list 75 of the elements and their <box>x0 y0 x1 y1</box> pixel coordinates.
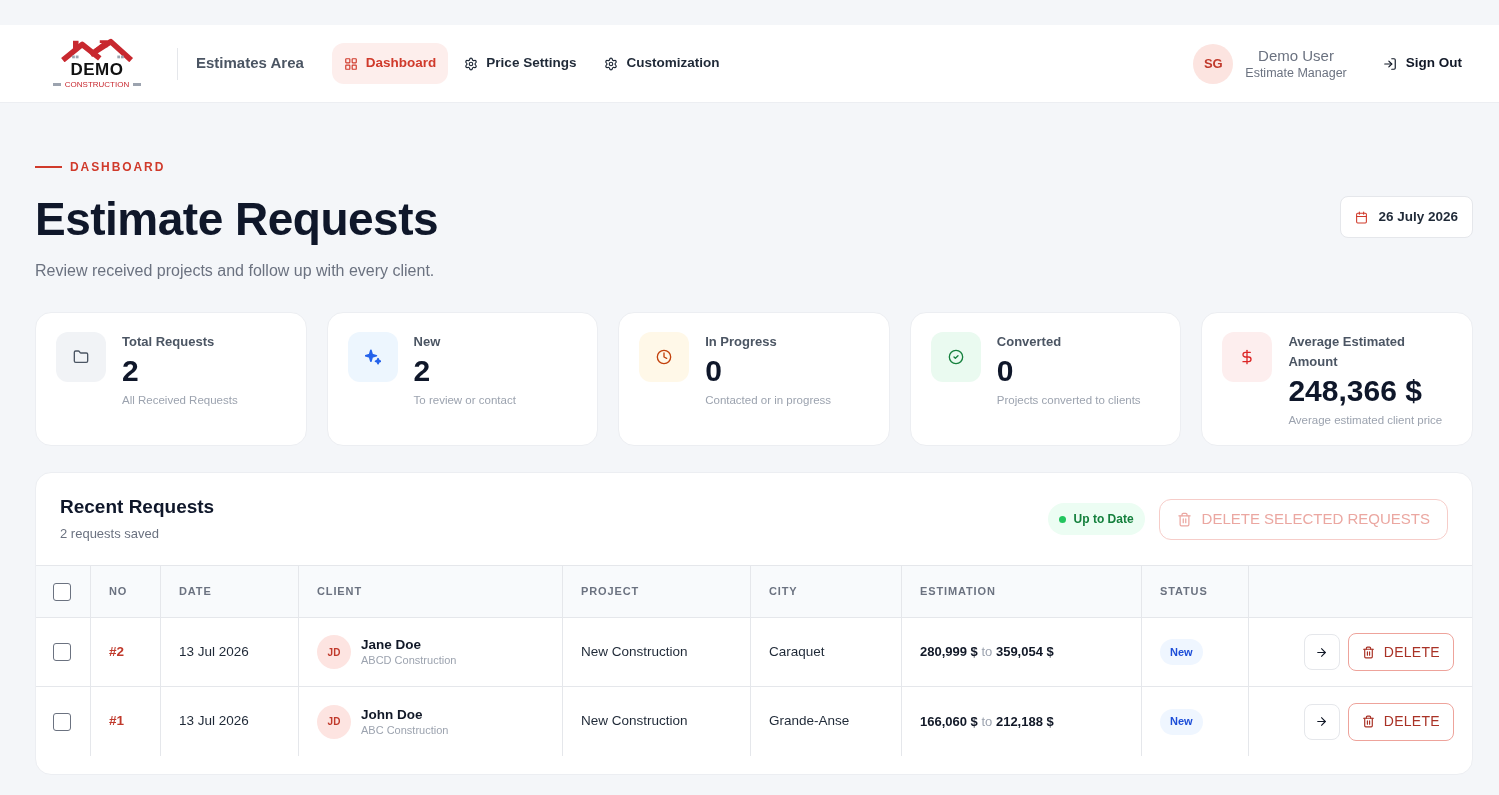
request-number[interactable]: #2 <box>109 641 125 663</box>
section-title: Recent Requests <box>60 495 215 518</box>
stat-label: New <box>413 333 442 351</box>
city-name: Grande-Anse <box>769 712 850 731</box>
sparkle-icon <box>347 332 398 382</box>
column-header: STATUS <box>1160 584 1208 600</box>
column-header: ESTIMATION <box>920 584 996 600</box>
trash-icon <box>1361 645 1375 659</box>
stat-label: Average Estimated Amount <box>1288 333 1406 371</box>
stat-caption: To review or contact <box>413 393 516 408</box>
estimation-range: 166,060 $ to 212,188 $ <box>920 712 1054 731</box>
stat-label: In Progress <box>705 333 778 351</box>
user-role: Estimate Manager <box>1245 64 1347 81</box>
arrow-right-icon <box>1315 645 1329 659</box>
arrow-right-icon <box>1315 715 1329 728</box>
calendar-icon <box>1355 210 1369 224</box>
stat-label: Total Requests <box>122 333 216 351</box>
grid-icon <box>343 56 358 71</box>
sign-out-icon <box>1382 56 1397 71</box>
logo-wordmark: DEMO <box>70 62 124 78</box>
stat-caption: Contacted or in progress <box>705 393 832 408</box>
column-header: DATE <box>179 584 212 600</box>
column-header: PROJECT <box>581 584 640 600</box>
date-button[interactable]: 26 July 2026 <box>1340 196 1473 238</box>
user-avatar: SG <box>1193 43 1234 84</box>
client-name: John Doe <box>361 705 424 723</box>
page-subtitle: Review received projects and follow up with every client. <box>35 261 436 281</box>
checkbox[interactable] <box>53 712 71 731</box>
sign-out-button[interactable]: Sign Out <box>1382 53 1462 74</box>
stat-value: 0 <box>996 354 1015 388</box>
nav-tab[interactable]: Price Settings <box>452 43 589 84</box>
request-count: 2 requests saved <box>60 524 160 543</box>
folder-icon <box>56 332 106 382</box>
area-title: Estimates Area <box>196 53 304 74</box>
request-date: 13 Jul 2026 <box>179 642 249 661</box>
page-eyebrow: DASHBOARD <box>70 161 166 173</box>
user-name: Demo User <box>1258 46 1334 65</box>
clock-icon <box>639 332 690 382</box>
column-header: CLIENT <box>317 584 362 600</box>
stat-value: 2 <box>122 354 140 388</box>
project-type: New Construction <box>581 642 688 661</box>
stat-caption: Average estimated client price <box>1288 413 1444 428</box>
delete-button[interactable]: DELETE <box>1347 702 1454 741</box>
client-company: ABCD Construction <box>361 653 457 668</box>
delete-button[interactable]: DELETE <box>1347 633 1454 671</box>
estimation-range: 280,999 $ to 359,054 $ <box>920 643 1054 662</box>
nav-tab[interactable]: Customization <box>592 43 732 84</box>
project-type: New Construction <box>581 712 688 731</box>
stat-caption: All Received Requests <box>122 393 238 408</box>
column-header: NO <box>109 584 128 600</box>
stat-caption: Projects converted to clients <box>996 393 1141 408</box>
client-company: ABC Construction <box>361 722 449 738</box>
status-badge: New <box>1160 708 1203 735</box>
dollar-icon <box>1222 332 1273 382</box>
stat-value: 248,366 $ <box>1288 374 1423 408</box>
stat-label: Converted <box>996 333 1063 351</box>
trash-icon <box>1176 511 1192 527</box>
city-name: Caraquet <box>769 642 825 661</box>
sync-status-label: Up to Date <box>1073 511 1134 528</box>
logo-tagline: CONSTRUCTION <box>64 80 130 89</box>
trash-icon <box>1361 715 1375 728</box>
client-avatar: JD <box>317 635 351 669</box>
checkbox[interactable] <box>53 582 71 601</box>
stat-value: 2 <box>413 354 432 388</box>
settings-icon <box>604 56 619 71</box>
client-name: Jane Doe <box>361 636 423 653</box>
stat-value: 0 <box>705 354 723 388</box>
client-avatar: JD <box>317 704 351 739</box>
request-number[interactable]: #1 <box>109 711 125 732</box>
status-badge: New <box>1160 639 1203 665</box>
checkbox[interactable] <box>53 643 71 661</box>
nav-tab[interactable]: Dashboard <box>331 43 449 84</box>
column-header: CITY <box>769 584 798 600</box>
settings-icon <box>464 56 479 71</box>
request-date: 13 Jul 2026 <box>179 712 249 731</box>
